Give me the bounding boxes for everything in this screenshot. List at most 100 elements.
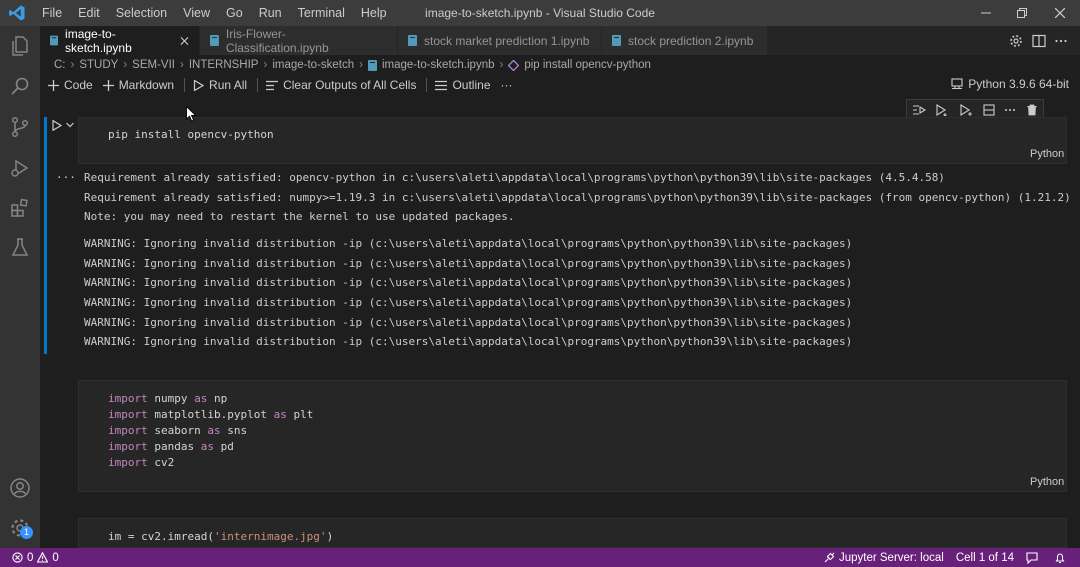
breadcrumb-item[interactable]: SEM-VII xyxy=(132,59,175,71)
restore-icon xyxy=(1017,8,1027,18)
kernel-picker[interactable]: Python 3.9.6 64-bit xyxy=(951,77,1069,91)
warning-icon xyxy=(37,552,49,563)
run-all-label: Run All xyxy=(209,78,248,92)
output-line: WARNING: Ignoring invalid distribution -… xyxy=(84,316,853,329)
cell-position-label: Cell 1 of 14 xyxy=(955,551,1014,564)
menu-view[interactable]: View xyxy=(175,0,218,26)
menu-go[interactable]: Go xyxy=(218,0,251,26)
menu-help[interactable]: Help xyxy=(353,0,395,26)
close-tab-icon[interactable] xyxy=(180,36,189,46)
python-cell-icon xyxy=(508,59,520,71)
code-line: import seaborn as sns xyxy=(108,424,248,437)
tab-iris-flower-classification[interactable]: Iris-Flower-Classification.ipynb xyxy=(200,26,398,55)
extensions-icon[interactable] xyxy=(8,196,32,220)
menu-selection[interactable]: Selection xyxy=(108,0,175,26)
delete-cell-trash-icon[interactable] xyxy=(1026,104,1038,116)
breadcrumb-item[interactable]: pip install opencv-python xyxy=(524,59,651,71)
feedback-button[interactable] xyxy=(1020,551,1048,564)
run-debug-icon[interactable] xyxy=(8,156,32,180)
settings-badge: 1 xyxy=(20,526,33,539)
activity-bar xyxy=(0,26,40,548)
run-above-icon[interactable] xyxy=(912,104,926,116)
cell-position[interactable]: Cell 1 of 14 xyxy=(950,552,1020,564)
kernel-icon xyxy=(951,78,963,90)
code-cell-editor[interactable]: pip install opencv-python xyxy=(78,117,1067,164)
execute-and-below-icon[interactable] xyxy=(959,104,973,116)
execute-cell-icon[interactable] xyxy=(52,120,62,131)
split-editor-icon[interactable] xyxy=(1032,34,1046,48)
toolbar-more-button[interactable]: ··· xyxy=(501,78,513,92)
chevron-down-icon[interactable] xyxy=(66,122,74,128)
chevron-right-icon: › xyxy=(123,59,128,71)
tab-stock-prediction-2[interactable]: stock prediction 2.ipynb xyxy=(602,26,768,55)
restore-button[interactable] xyxy=(1002,0,1042,26)
editor-actions xyxy=(1008,26,1068,55)
notebook-icon xyxy=(50,35,59,46)
breadcrumb-item[interactable]: image-to-sketch xyxy=(272,59,354,71)
output-line: WARNING: Ignoring invalid distribution -… xyxy=(84,257,853,270)
account-icon[interactable] xyxy=(8,476,32,500)
list-icon xyxy=(435,80,448,90)
outline-button[interactable]: Outline xyxy=(435,78,491,92)
close-window-button[interactable] xyxy=(1040,0,1080,26)
status-bar: 0 0 Jupyter Server: local Cell 1 of 14 xyxy=(0,548,1080,567)
breadcrumb-item[interactable]: image-to-sketch.ipynb xyxy=(382,59,495,71)
plus-icon xyxy=(102,79,114,91)
tab-label: stock prediction 2.ipynb xyxy=(628,33,754,48)
breadcrumb-item[interactable]: INTERNSHIP xyxy=(189,59,259,71)
cell-focus-indicator xyxy=(44,117,47,354)
search-icon[interactable] xyxy=(8,74,32,98)
clear-outputs-button[interactable]: Clear Outputs of All Cells xyxy=(266,78,416,92)
add-markdown-cell-button[interactable]: Markdown xyxy=(102,78,174,92)
problems-indicator[interactable]: 0 0 xyxy=(0,552,65,564)
code-line: import pandas as pd xyxy=(108,440,234,453)
vscode-logo-icon xyxy=(9,5,25,21)
cell-language-label[interactable]: Python xyxy=(1030,148,1064,160)
close-icon xyxy=(1055,8,1065,18)
explorer-icon[interactable] xyxy=(8,34,32,58)
error-count: 0 xyxy=(27,551,34,564)
outline-label: Outline xyxy=(452,78,491,92)
breadcrumb-item[interactable]: C: xyxy=(54,59,66,71)
tab-label: image-to-sketch.ipynb xyxy=(65,26,132,55)
menu-file[interactable]: File xyxy=(34,0,70,26)
tab-stock-market-prediction-1[interactable]: stock market prediction 1.ipynb xyxy=(398,26,602,55)
warning-count: 0 xyxy=(52,551,59,564)
output-more-button[interactable]: ··· xyxy=(56,171,76,184)
editor-tab-bar: image-to-sketch.ipynb Iris-Flower-Classi… xyxy=(40,26,1080,55)
run-all-button[interactable]: Run All xyxy=(193,78,247,92)
split-cell-icon[interactable] xyxy=(983,104,995,116)
notebook-toolbar: Code Markdown Run All Clear Outputs of A… xyxy=(40,75,1080,95)
jupyter-server-status[interactable]: Jupyter Server: local xyxy=(818,552,950,564)
source-control-icon[interactable] xyxy=(8,115,32,139)
notebook-icon xyxy=(210,35,219,46)
more-actions-icon[interactable] xyxy=(1004,104,1016,116)
notifications-button[interactable] xyxy=(1048,552,1080,564)
menu-edit[interactable]: Edit xyxy=(70,0,108,26)
code-line: import cv2 xyxy=(108,456,175,469)
clear-all-icon xyxy=(266,80,279,90)
menu-run[interactable]: Run xyxy=(251,0,290,26)
more-actions-icon[interactable] xyxy=(1054,34,1068,48)
code-line: im = cv2.imread('internimage.jpg') xyxy=(108,530,334,543)
chevron-right-icon: › xyxy=(179,59,184,71)
breadcrumb-item[interactable]: STUDY xyxy=(79,59,118,71)
output-line: WARNING: Ignoring invalid distribution -… xyxy=(84,276,853,289)
code-line: pip install opencv-python xyxy=(108,128,274,141)
minimize-button[interactable] xyxy=(966,0,1006,26)
notebook-settings-gear-icon[interactable] xyxy=(1008,33,1024,49)
testing-flask-icon[interactable] xyxy=(8,236,32,260)
mouse-cursor-icon xyxy=(186,106,197,122)
jupyter-server-label: Jupyter Server: local xyxy=(838,551,944,564)
clear-outputs-label: Clear Outputs of All Cells xyxy=(283,78,417,92)
output-line: WARNING: Ignoring invalid distribution -… xyxy=(84,237,853,250)
notebook-icon xyxy=(408,35,417,46)
run-below-icon[interactable] xyxy=(935,104,949,116)
code-cell-editor[interactable]: import numpy as np import matplotlib.pyp… xyxy=(78,380,1067,492)
add-code-cell-button[interactable]: Code xyxy=(48,78,93,92)
menu-terminal[interactable]: Terminal xyxy=(290,0,353,26)
tab-image-to-sketch[interactable]: image-to-sketch.ipynb xyxy=(40,26,200,55)
notebook-icon xyxy=(367,59,377,71)
cell-language-label[interactable]: Python xyxy=(1030,476,1064,488)
code-cell-editor[interactable]: im = cv2.imread('internimage.jpg') xyxy=(78,518,1067,548)
